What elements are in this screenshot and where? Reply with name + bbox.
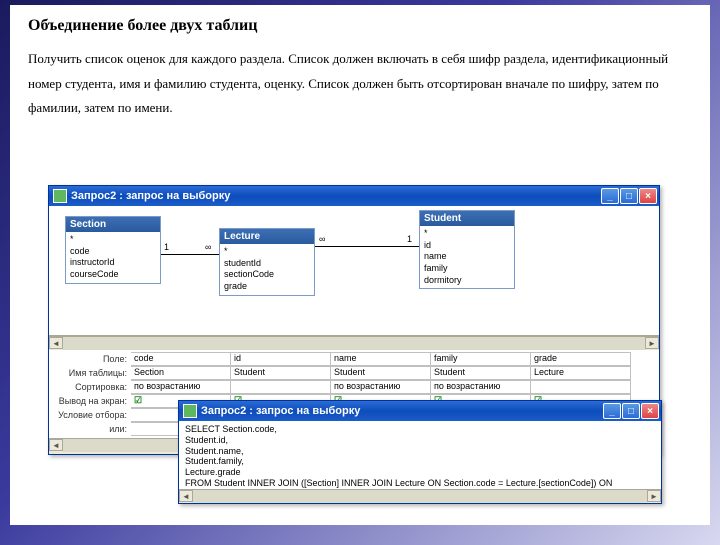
sql-line: Lecture.grade xyxy=(185,467,655,478)
table-student[interactable]: Student * id name family dormitory xyxy=(419,210,515,289)
field[interactable]: instructorId xyxy=(70,257,156,269)
grid-row: Имя таблицы:SectionStudentStudentStudent… xyxy=(53,366,659,380)
maximize-button[interactable]: □ xyxy=(620,188,638,204)
grid-cell[interactable]: name xyxy=(331,352,431,366)
relationship-pane[interactable]: Section * code instructorId courseCode L… xyxy=(49,206,659,336)
titlebar[interactable]: Запрос2 : запрос на выборку _ □ × xyxy=(49,186,659,206)
grid-cell[interactable]: grade xyxy=(531,352,631,366)
grid-cell[interactable]: по возрастанию xyxy=(131,380,231,394)
app-icon xyxy=(183,404,197,418)
page-heading: Объединение более двух таблиц xyxy=(28,17,692,35)
sql-window: Запрос2 : запрос на выборку _ □ × SELECT… xyxy=(178,400,662,504)
scroll-right-icon[interactable]: ► xyxy=(645,337,659,349)
horizontal-scrollbar[interactable]: ◄ ► xyxy=(179,489,661,503)
field[interactable]: id xyxy=(424,240,510,252)
maximize-button[interactable]: □ xyxy=(622,403,640,419)
grid-cell[interactable]: family xyxy=(431,352,531,366)
grid-row-label: Вывод на экран: xyxy=(53,396,131,406)
grid-cell[interactable]: Lecture xyxy=(531,366,631,380)
minimize-button[interactable]: _ xyxy=(601,188,619,204)
field[interactable]: * xyxy=(224,246,310,258)
sql-line: FROM Student INNER JOIN ([Section] INNER… xyxy=(185,478,655,489)
field[interactable]: grade xyxy=(224,281,310,293)
table-title: Student xyxy=(420,211,514,226)
window-title: Запрос2 : запрос на выборку xyxy=(71,190,601,202)
sql-line: Student.family, xyxy=(185,456,655,467)
scroll-left-icon[interactable]: ◄ xyxy=(49,337,63,349)
field[interactable]: courseCode xyxy=(70,269,156,281)
horizontal-scrollbar[interactable]: ◄ ► xyxy=(49,336,659,350)
table-lecture[interactable]: Lecture * studentId sectionCode grade xyxy=(219,228,315,296)
scroll-right-icon[interactable]: ► xyxy=(647,490,661,502)
grid-row-label: Условие отбора: xyxy=(53,410,131,420)
minimize-button[interactable]: _ xyxy=(603,403,621,419)
scroll-left-icon[interactable]: ◄ xyxy=(179,490,193,502)
field[interactable]: * xyxy=(70,234,156,246)
grid-cell[interactable]: Student xyxy=(331,366,431,380)
window-title: Запрос2 : запрос на выборку xyxy=(201,405,603,417)
sql-line: SELECT Section.code, xyxy=(185,424,655,435)
grid-cell[interactable]: по возрастанию xyxy=(331,380,431,394)
table-title: Section xyxy=(66,217,160,232)
field[interactable]: dormitory xyxy=(424,275,510,287)
description: Получить список оценок для каждого разде… xyxy=(28,47,692,121)
relation-cardinality: ∞ xyxy=(205,242,211,252)
sql-line: Student.id, xyxy=(185,435,655,446)
sql-line: Student.name, xyxy=(185,446,655,457)
grid-cell[interactable]: Section xyxy=(131,366,231,380)
grid-row: Поле:codeidnamefamilygrade xyxy=(53,352,659,366)
grid-row-label: или: xyxy=(53,424,131,434)
table-title: Lecture xyxy=(220,229,314,244)
field[interactable]: studentId xyxy=(224,258,310,270)
grid-row-label: Имя таблицы: xyxy=(53,368,131,378)
titlebar[interactable]: Запрос2 : запрос на выборку _ □ × xyxy=(179,401,661,421)
app-icon xyxy=(53,189,67,203)
grid-row-label: Сортировка: xyxy=(53,382,131,392)
close-button[interactable]: × xyxy=(641,403,659,419)
grid-cell[interactable]: id xyxy=(231,352,331,366)
field[interactable]: family xyxy=(424,263,510,275)
grid-cell[interactable]: по возрастанию xyxy=(431,380,531,394)
field[interactable]: code xyxy=(70,246,156,258)
grid-cell[interactable]: code xyxy=(131,352,231,366)
grid-cell[interactable] xyxy=(231,380,331,394)
relation-cardinality: ∞ xyxy=(319,234,325,244)
field[interactable]: name xyxy=(424,251,510,263)
scroll-left-icon[interactable]: ◄ xyxy=(49,439,63,451)
close-button[interactable]: × xyxy=(639,188,657,204)
grid-row: Сортировка:по возрастаниюпо возрастаниюп… xyxy=(53,380,659,394)
grid-cell[interactable] xyxy=(531,380,631,394)
grid-cell[interactable]: Student xyxy=(431,366,531,380)
field[interactable]: sectionCode xyxy=(224,269,310,281)
grid-cell[interactable]: Student xyxy=(231,366,331,380)
relation-cardinality: 1 xyxy=(164,242,169,252)
table-section[interactable]: Section * code instructorId courseCode xyxy=(65,216,161,284)
relation-cardinality: 1 xyxy=(407,234,412,244)
field[interactable]: * xyxy=(424,228,510,240)
sql-editor[interactable]: SELECT Section.code,Student.id,Student.n… xyxy=(179,421,661,489)
grid-row-label: Поле: xyxy=(53,354,131,364)
